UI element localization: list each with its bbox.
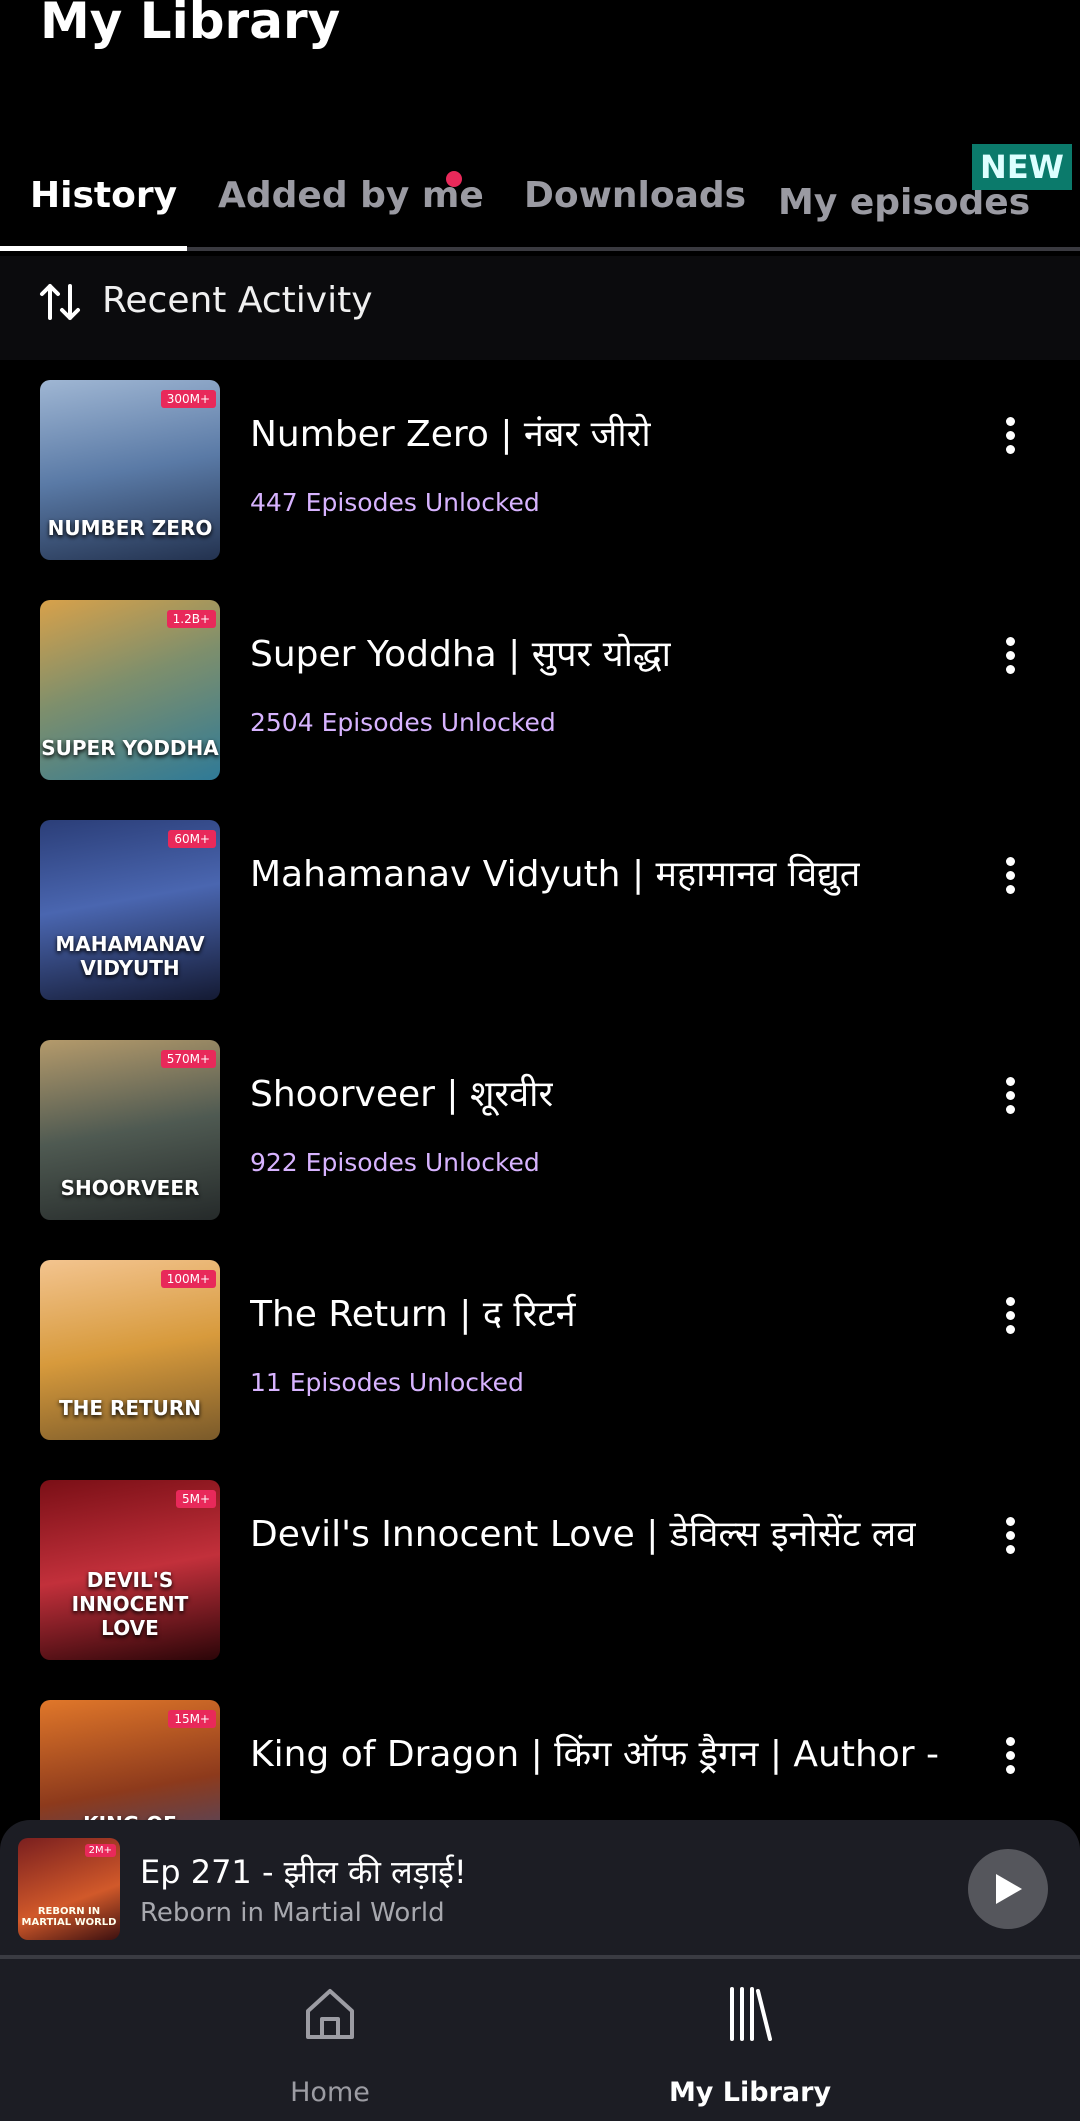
cover-image: 60M+ MAHAMANAV VIDYUTH: [40, 820, 220, 1000]
item-episodes-unlocked: 11 Episodes Unlocked: [250, 1368, 524, 1397]
play-button[interactable]: [968, 1849, 1048, 1929]
views-badge: 300M+: [160, 390, 216, 408]
sort-label: Recent Activity: [102, 280, 373, 321]
item-title: Super Yoddha | सुपर योद्धा: [250, 634, 671, 675]
more-options-icon[interactable]: [990, 632, 1030, 692]
cover-title: MAHAMANAV VIDYUTH: [55, 932, 205, 980]
item-episodes-unlocked: 2504 Episodes Unlocked: [250, 708, 556, 737]
more-options-icon[interactable]: [990, 1732, 1030, 1792]
item-title: King of Dragon | किंग ऑफ ड्रैगन | Author…: [250, 1734, 940, 1775]
cover-image: 100M+ THE RETURN: [40, 1260, 220, 1440]
tab-added-by-me[interactable]: Added by me: [218, 175, 484, 216]
mini-player[interactable]: 2M+ REBORN IN MARTIAL WORLD Ep 271 - झील…: [0, 1820, 1080, 1955]
nav-my-library-label: My Library: [668, 2077, 832, 2108]
nav-home[interactable]: Home: [180, 1959, 480, 2121]
tab-downloads[interactable]: Downloads: [524, 175, 746, 216]
more-options-icon[interactable]: [990, 412, 1030, 472]
more-options-icon[interactable]: [990, 1292, 1030, 1352]
cover-title: THE RETURN: [58, 1396, 202, 1420]
sort-arrows-icon: [40, 284, 80, 320]
now-playing-show: Reborn in Martial World: [140, 1898, 445, 1928]
cover-title: SHOORVEER: [60, 1176, 200, 1200]
play-icon: [996, 1874, 1022, 1904]
sort-bar[interactable]: Recent Activity: [0, 256, 1080, 360]
bottom-nav: Home My Library: [0, 1959, 1080, 2121]
list-item[interactable]: 1.2B+ SUPER YODDHA Super Yoddha | सुपर य…: [0, 580, 1080, 800]
list-item[interactable]: 300M+ NUMBER ZERO Number Zero | नंबर जीर…: [0, 360, 1080, 580]
home-icon: [306, 1989, 354, 2039]
item-episodes-unlocked: 922 Episodes Unlocked: [250, 1148, 540, 1177]
library-list: 300M+ NUMBER ZERO Number Zero | नंबर जीर…: [0, 360, 1080, 1820]
page-title: My Library: [40, 0, 341, 50]
views-badge: 570M+: [160, 1050, 216, 1068]
item-title: Mahamanav Vidyuth | महामानव विद्युत: [250, 854, 861, 895]
list-item[interactable]: 100M+ THE RETURN The Return | द रिटर्न 1…: [0, 1240, 1080, 1460]
more-options-icon[interactable]: [990, 1072, 1030, 1132]
list-item[interactable]: 570M+ SHOORVEER Shoorveer | शूरवीर 922 E…: [0, 1020, 1080, 1240]
cover-image: 1.2B+ SUPER YODDHA: [40, 600, 220, 780]
more-options-icon[interactable]: [990, 1512, 1030, 1572]
cover-title: NUMBER ZERO: [47, 516, 213, 540]
item-title: Devil's Innocent Love | डेविल्स इनोसेंट …: [250, 1514, 917, 1555]
cover-title: SUPER YODDHA: [41, 736, 219, 760]
cover-image: 5M+ DEVIL'S INNOCENT LOVE: [40, 1480, 220, 1660]
views-badge: 1.2B+: [166, 610, 216, 628]
cover-title: REBORN IN MARTIAL WORLD: [21, 1906, 117, 1928]
cover-title: KING OF DRAGON: [40, 1812, 220, 1820]
views-badge: 15M+: [168, 1710, 216, 1728]
nav-home-label: Home: [290, 2077, 370, 2108]
cover-image: 570M+ SHOORVEER: [40, 1040, 220, 1220]
library-icon: [730, 1987, 772, 2041]
now-playing-title: Ep 271 - झील की लड़ाई!: [140, 1853, 467, 1891]
item-title: Shoorveer | शूरवीर: [250, 1074, 554, 1115]
views-badge: 60M+: [168, 830, 216, 848]
cover-title: DEVIL'S INNOCENT LOVE: [71, 1568, 189, 1640]
new-badge: NEW: [972, 144, 1072, 190]
views-badge: 5M+: [175, 1490, 216, 1508]
active-tab-indicator: [0, 246, 187, 251]
list-item[interactable]: 15M+ KING OF DRAGON King of Dragon | किं…: [0, 1680, 1080, 1820]
item-episodes-unlocked: 447 Episodes Unlocked: [250, 488, 540, 517]
views-badge: 2M+: [84, 1844, 116, 1857]
tab-history[interactable]: History: [30, 175, 177, 216]
views-badge: 100M+: [160, 1270, 216, 1288]
now-playing-cover: 2M+ REBORN IN MARTIAL WORLD: [18, 1838, 120, 1940]
tab-bar: History Added by me Downloads My episode…: [0, 150, 1080, 252]
nav-my-library[interactable]: My Library: [600, 1959, 900, 2121]
cover-image: 15M+ KING OF DRAGON: [40, 1700, 220, 1820]
item-title: The Return | द रिटर्न: [250, 1294, 576, 1335]
item-title: Number Zero | नंबर जीरो: [250, 414, 651, 455]
notification-dot: [446, 171, 462, 187]
list-item[interactable]: 60M+ MAHAMANAV VIDYUTH Mahamanav Vidyuth…: [0, 800, 1080, 1020]
list-item[interactable]: 5M+ DEVIL'S INNOCENT LOVE Devil's Innoce…: [0, 1460, 1080, 1680]
cover-image: 300M+ NUMBER ZERO: [40, 380, 220, 560]
more-options-icon[interactable]: [990, 852, 1030, 912]
